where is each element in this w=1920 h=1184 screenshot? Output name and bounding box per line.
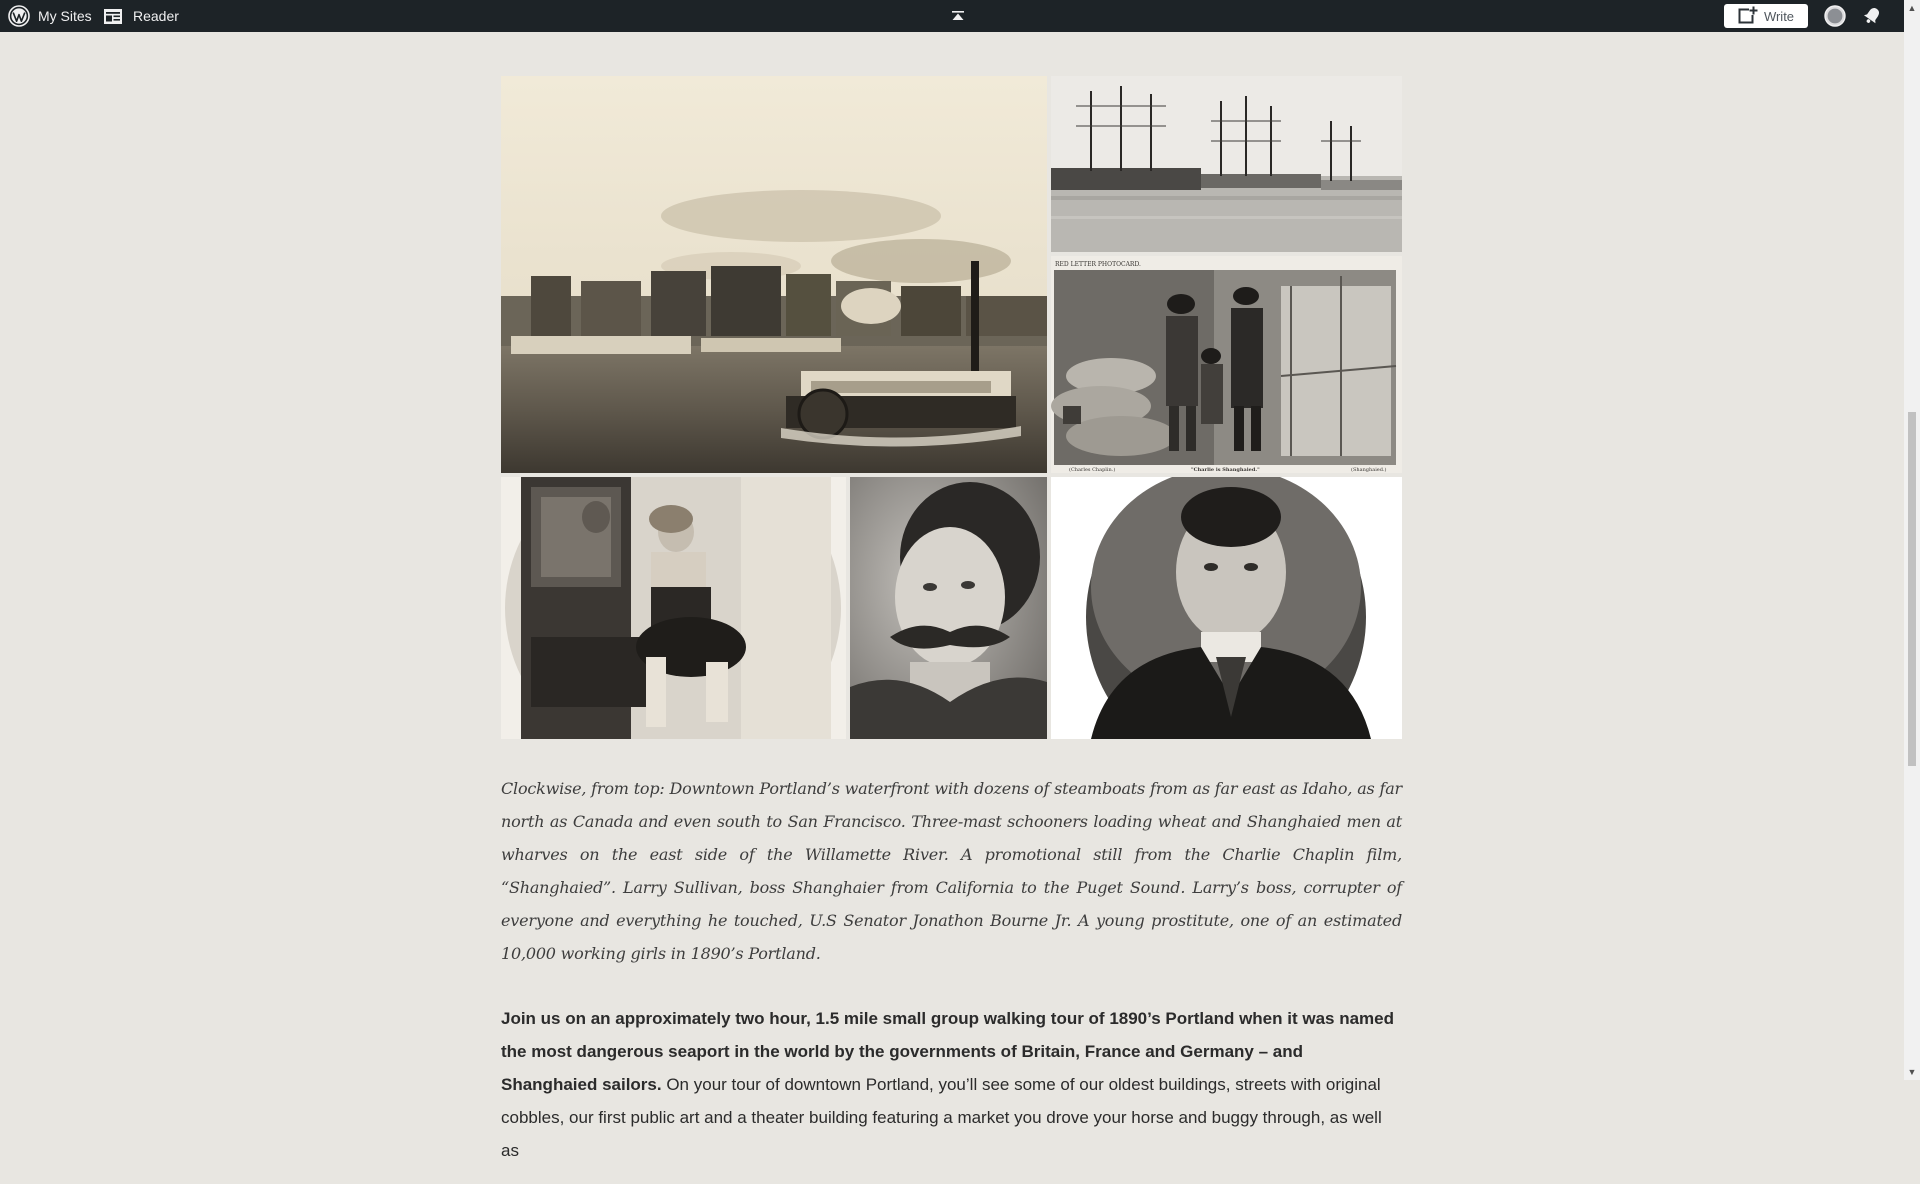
wordpress-logo-icon: [8, 5, 38, 27]
steamboat-photo[interactable]: [501, 76, 1047, 473]
young-woman-photo[interactable]: [501, 477, 846, 739]
write-icon: [1738, 5, 1764, 27]
post-content: RED LETTER PHOTOCARD. (Charles Chaplin.)…: [501, 76, 1402, 1184]
reader-label: Reader: [133, 8, 179, 24]
admin-bar: My Sites Reader Write: [0, 0, 1904, 32]
write-button[interactable]: Write: [1724, 4, 1808, 28]
gallery-caption: Clockwise, from top: Downtown Portland’s…: [501, 779, 1402, 963]
chaplin-card-left-caption: (Charles Chaplin.): [1069, 466, 1115, 473]
schooners-photo[interactable]: [1051, 76, 1402, 252]
scroll-up-arrow-icon[interactable]: ▲: [1904, 0, 1920, 16]
bourne-portrait[interactable]: [1051, 477, 1402, 739]
chaplin-card-center-caption: "Charlie is Shanghaied.": [1191, 467, 1260, 473]
write-label: Write: [1763, 8, 1795, 24]
my-sites-label: My Sites: [38, 8, 92, 24]
scrollbar-thumb[interactable]: [1908, 412, 1916, 766]
bell-icon: [1862, 6, 1882, 26]
reader-icon: [103, 8, 133, 25]
collapse-up-icon: [951, 10, 965, 22]
tour-description: Join us on an approximately two hour, 1.…: [501, 1002, 1402, 1167]
my-sites-menu[interactable]: My Sites: [8, 0, 92, 32]
user-avatar-button[interactable]: [1824, 0, 1846, 32]
notifications-button[interactable]: [1862, 0, 1882, 32]
chaplin-card-right-caption: (Shanghaied.): [1351, 466, 1387, 473]
photo-gallery: RED LETTER PHOTOCARD. (Charles Chaplin.)…: [501, 76, 1402, 740]
avatar-icon: [1824, 5, 1846, 27]
sullivan-portrait[interactable]: [850, 477, 1047, 739]
reader-menu[interactable]: Reader: [103, 0, 179, 32]
chaplin-card-header: RED LETTER PHOTOCARD.: [1055, 261, 1141, 268]
collapse-toolbar-button[interactable]: [951, 0, 965, 32]
scroll-down-arrow-icon[interactable]: ▼: [1904, 1064, 1920, 1080]
page-scrollbar[interactable]: ▲ ▼: [1904, 0, 1920, 1080]
chaplin-still-photo[interactable]: RED LETTER PHOTOCARD. (Charles Chaplin.)…: [1051, 256, 1402, 473]
